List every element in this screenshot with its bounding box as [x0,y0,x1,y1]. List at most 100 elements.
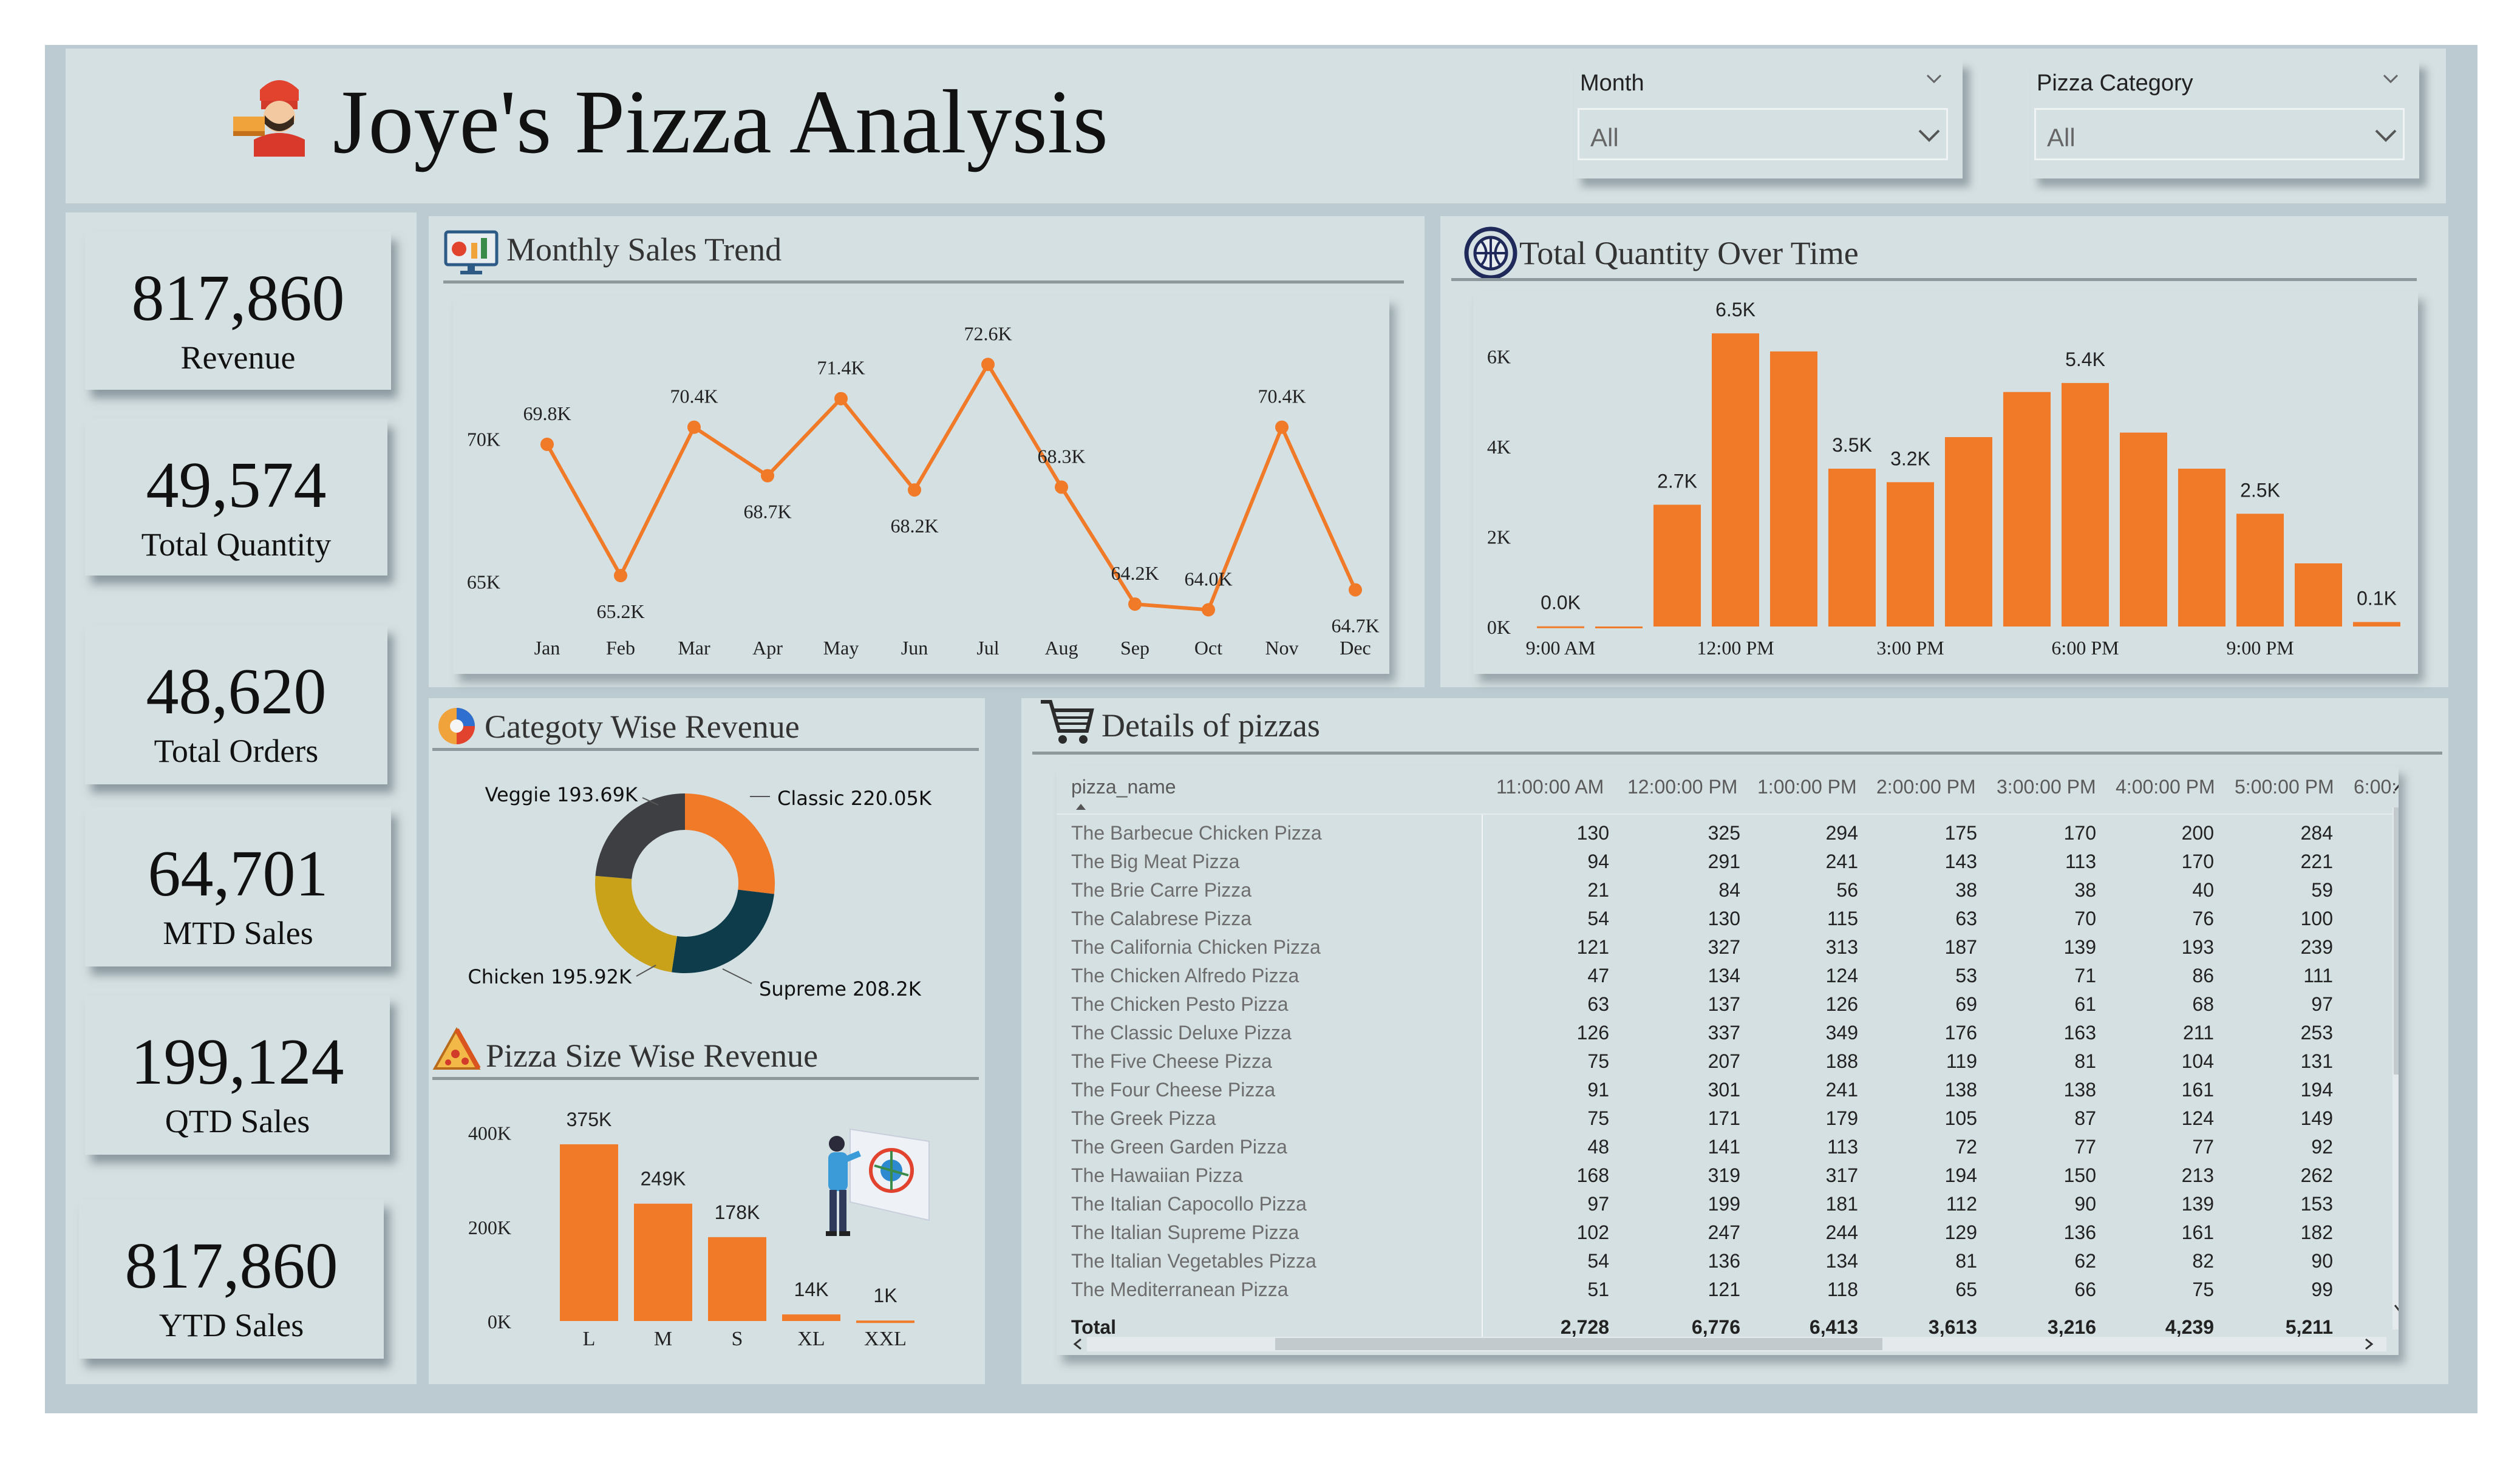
bar[interactable] [708,1237,766,1321]
bar[interactable] [856,1320,914,1323]
line-point[interactable] [687,420,701,434]
column-header[interactable]: 6:00: [2354,776,2397,798]
table-row[interactable]: The Barbecue Chicken Pizza 130 325 294 175 17… [1071,822,2365,851]
table-cell: 53 [1955,965,1977,987]
bar[interactable] [1945,437,1992,627]
bar[interactable] [2120,432,2167,627]
monthly-sales-line-chart[interactable]: 70K 65K 69.8K Jan 65.2K Feb 70.4K Mar 68.7K Apr 71… [453,296,1389,674]
month-slicer[interactable]: Month All [1574,59,1963,178]
table-row[interactable]: The Classic Deluxe Pizza 126 337 349 176 163 2… [1071,1022,2365,1050]
table-row[interactable]: The Mediterranean Pizza 51 121 118 65 66 75 99 [1071,1279,2365,1307]
scroll-right-icon[interactable] [2362,1337,2375,1351]
data-label: 5.4K [2065,348,2105,370]
bar[interactable] [2236,514,2284,627]
kpi-card-total-quantity[interactable]: 49,574 Total Quantity [85,419,387,576]
column-header[interactable]: 12:00:00 PM [1627,776,1737,798]
category-donut-chart[interactable]: Classic 220.05K Supreme 208.2K Chicken 195… [449,765,984,1008]
table-row[interactable]: The Italian Supreme Pizza 102 247 244 129 136… [1071,1221,2365,1250]
scroll-up-icon[interactable] [2392,781,2399,794]
column-header[interactable]: 3:00:00 PM [1997,776,2096,798]
column-header[interactable]: 11:00:00 AM [1496,776,1604,798]
line-point[interactable] [834,392,848,406]
bar[interactable] [2062,382,2109,627]
sort-ascending-icon[interactable] [1076,804,1086,810]
scroll-down-icon[interactable] [2392,1302,2399,1315]
table-cell: 143 [1944,851,1977,872]
table-row[interactable]: The Greek Pizza 75 171 179 105 87 124 149 [1071,1107,2365,1136]
chevron-down-icon[interactable] [1917,128,1941,143]
horizontal-scrollbar-thumb[interactable] [1275,1338,1882,1350]
x-tick-label: Sep [1120,637,1149,659]
horizontal-scrollbar[interactable] [1087,1337,2386,1351]
table-row[interactable]: The Four Cheese Pizza 91 301 241 138 138 161 19… [1071,1079,2365,1107]
month-dropdown[interactable]: All [1578,108,1948,160]
table-row[interactable]: The Big Meat Pizza 94 291 241 143 113 170 221 [1071,851,2365,879]
x-tick-label: 6:00 PM [2051,637,2119,659]
line-point[interactable] [981,358,995,372]
bar[interactable] [634,1203,692,1321]
line-point[interactable] [1128,597,1142,611]
bar[interactable] [2295,563,2342,627]
table-row[interactable]: The California Chicken Pizza 121 327 313 187… [1071,936,2365,965]
kpi-card-total-orders[interactable]: 48,620 Total Orders [85,625,387,784]
line-point[interactable] [1275,420,1289,434]
chevron-down-icon[interactable] [2382,73,2400,85]
category-dropdown[interactable]: All [2034,108,2405,160]
table-row[interactable]: The Italian Capocollo Pizza 97 199 181 112 90… [1071,1193,2365,1221]
table-row[interactable]: The Calabrese Pizza 54 130 115 63 70 76 100 [1071,908,2365,936]
column-header[interactable]: 1:00:00 PM [1757,776,1857,798]
bar[interactable] [2353,622,2400,627]
line-point[interactable] [1202,603,1215,617]
donut-slice[interactable] [595,875,677,973]
table-row[interactable]: The Chicken Pesto Pizza 63 137 126 69 61 68 97 [1071,993,2365,1022]
table-cell: 182 [2300,1221,2333,1243]
table-row[interactable]: The Green Garden Pizza 48 141 113 72 77 77 92 [1071,1136,2365,1164]
bar[interactable] [2003,392,2051,627]
table-cell: 119 [1946,1050,1977,1072]
bar[interactable] [1712,333,1759,627]
bar[interactable] [1595,627,1643,628]
table-row[interactable]: The Hawaiian Pizza 168 319 317 194 150 213 262 [1071,1164,2365,1193]
line-point[interactable] [761,469,774,483]
chevron-down-icon[interactable] [2374,128,2398,143]
table-cell: 294 [1825,822,1858,844]
donut-slice[interactable] [685,793,775,894]
line-point[interactable] [1349,583,1362,597]
line-point[interactable] [540,437,554,451]
column-header[interactable]: 4:00:00 PM [2116,776,2215,798]
bar[interactable] [1828,469,1876,627]
details-table[interactable]: pizza_name 11:00:00 AM 12:00:00 PM 1:00:… [1057,766,2399,1355]
table-row[interactable]: The Italian Vegetables Pizza 54 136 134 81 62… [1071,1250,2365,1279]
kpi-card-revenue[interactable]: 817,860 Revenue [85,232,391,390]
bar[interactable] [560,1144,618,1321]
kpi-card-ytd-sales[interactable]: 817,860 YTD Sales [79,1200,384,1359]
bar[interactable] [1537,626,1584,628]
bar[interactable] [1887,482,1934,627]
kpi-card-mtd-sales[interactable]: 64,701 MTD Sales [85,807,391,966]
data-label: Veggie 193.69K [485,783,638,806]
table-row[interactable]: The Five Cheese Pizza 75 207 188 119 81 104 131 [1071,1050,2365,1079]
column-header[interactable]: 5:00:00 PM [2235,776,2334,798]
vertical-scrollbar[interactable] [2392,807,2399,1330]
line-point[interactable] [1055,480,1068,494]
donut-slice[interactable] [672,889,774,973]
donut-slice[interactable] [595,793,685,879]
column-header[interactable]: 2:00:00 PM [1876,776,1976,798]
vertical-scrollbar-thumb[interactable] [2394,807,2399,1075]
column-header-pizza-name[interactable]: pizza_name [1071,776,1176,798]
quantity-bar-chart[interactable]: 0K 2K 4K 6K 0.0K 2.7K 6.5K 3.5K 3.2K 5.4K 2.5K 0.1K… [1473,291,2418,674]
line-point[interactable] [908,483,921,497]
category-slicer[interactable]: Pizza Category All [2031,59,2419,178]
scroll-left-icon[interactable] [1071,1337,1085,1351]
table-row[interactable]: The Chicken Alfredo Pizza 47 134 124 53 71 86 1… [1071,965,2365,993]
chevron-down-icon[interactable] [1925,73,1943,85]
data-label: 64.0K [1184,568,1232,590]
bar[interactable] [2178,469,2225,627]
bar[interactable] [1653,504,1701,627]
kpi-card-qtd-sales[interactable]: 199,124 QTD Sales [85,996,390,1155]
bar[interactable] [1770,351,1817,627]
line-point[interactable] [614,569,627,583]
bar[interactable] [782,1314,840,1321]
kpi-label: YTD Sales [158,1307,304,1343]
table-row[interactable]: The Brie Carre Pizza 21 84 56 38 38 40 59 [1071,879,2365,908]
